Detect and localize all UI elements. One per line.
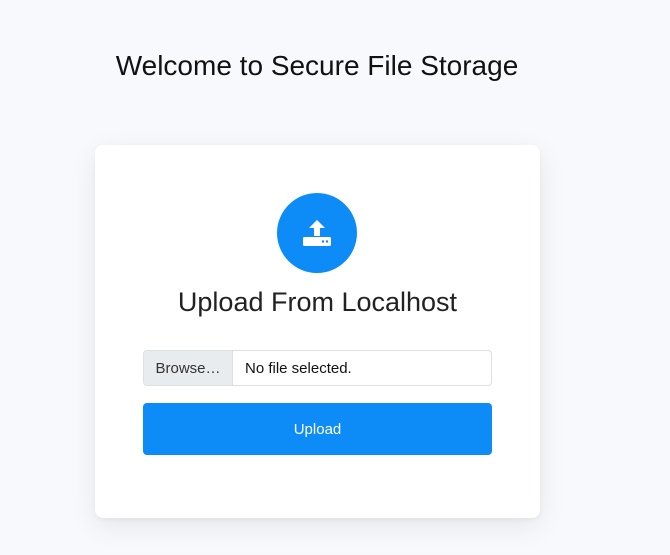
- page: Welcome to Secure File Storage Upload Fr…: [0, 0, 670, 555]
- file-input[interactable]: Browse… No file selected.: [143, 350, 492, 386]
- file-status-text: No file selected.: [245, 359, 352, 377]
- upload-button[interactable]: Upload: [143, 403, 492, 455]
- card-title: Upload From Localhost: [177, 287, 458, 317]
- browse-button[interactable]: Browse…: [144, 351, 233, 385]
- upload-card: Upload From Localhost Browse… No file se…: [95, 145, 540, 518]
- upload-arrow-icon: [303, 220, 331, 246]
- upload-icon: [277, 193, 357, 273]
- page-title: Welcome to Secure File Storage: [115, 50, 519, 81]
